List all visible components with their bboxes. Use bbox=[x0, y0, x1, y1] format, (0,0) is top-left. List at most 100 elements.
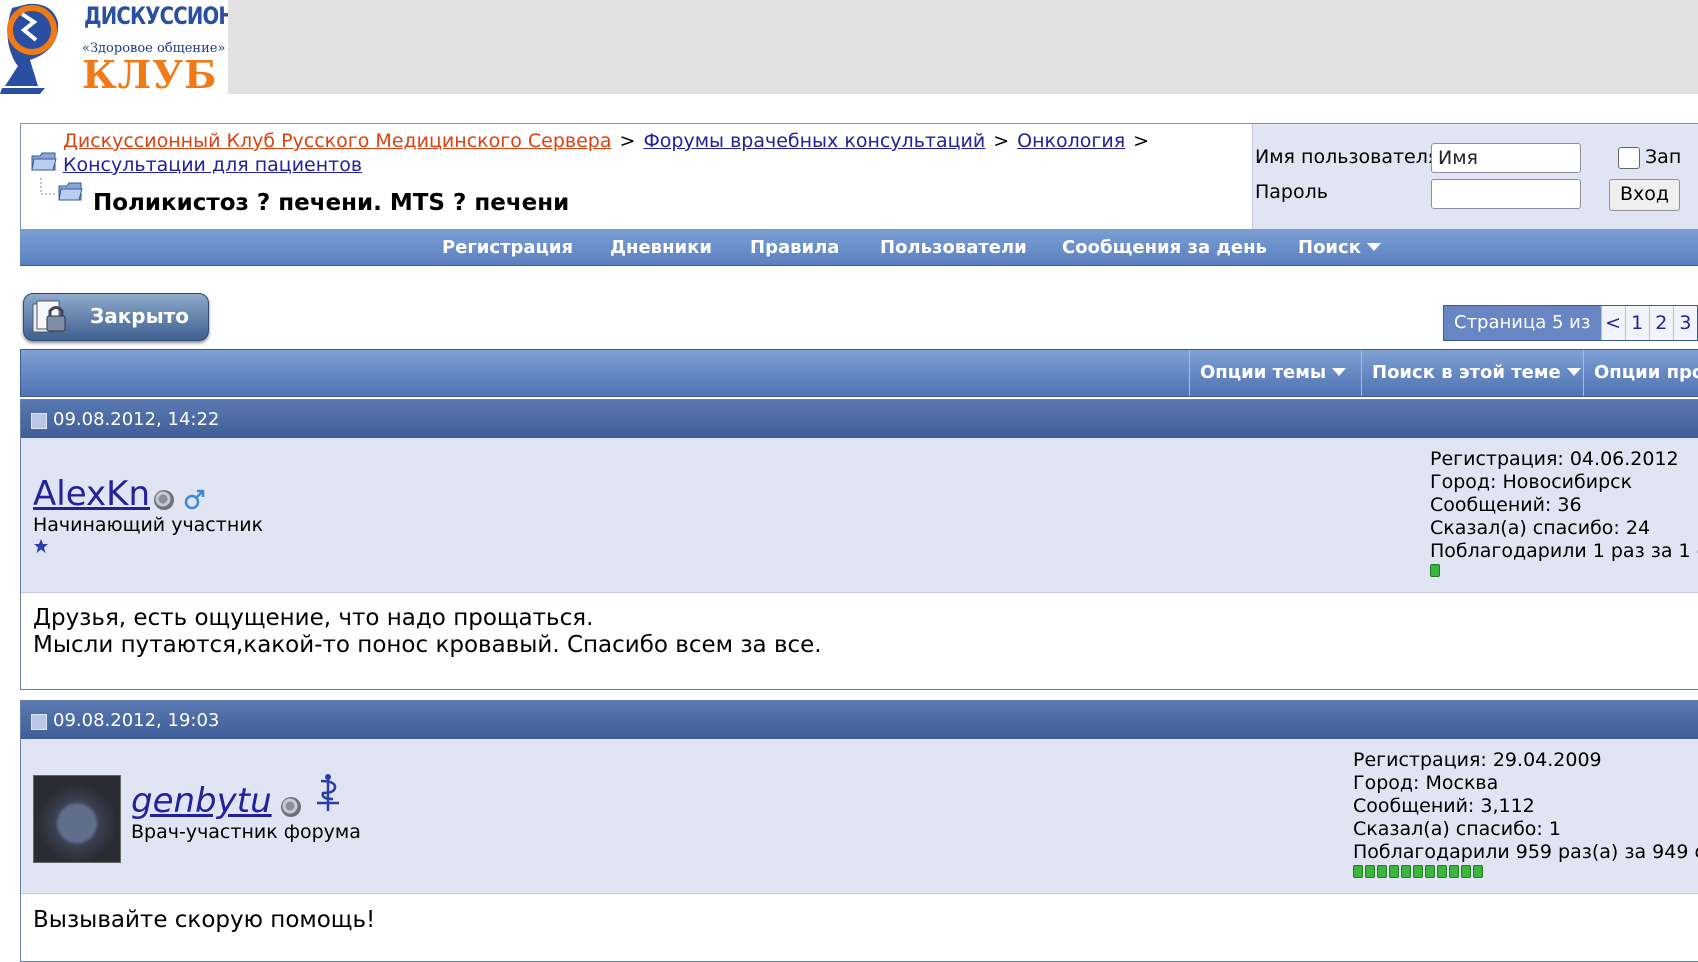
main-navbar: Регистрация Дневники Правила Пользовател… bbox=[20, 229, 1698, 266]
reputation-pip bbox=[1377, 865, 1387, 878]
user-thanks-received: Поблагодарили 959 раз(а) за 949 со bbox=[1353, 841, 1698, 863]
breadcrumb-consult-forums-link[interactable]: Форумы врачебных консультаций bbox=[643, 130, 985, 152]
offline-status-icon bbox=[281, 797, 301, 817]
avatar[interactable] bbox=[33, 775, 121, 863]
username-label: Имя пользователя bbox=[1255, 146, 1440, 168]
breadcrumb-separator: > bbox=[619, 130, 636, 152]
user-stats: Регистрация: 04.06.2012 Город: Новосибир… bbox=[1430, 448, 1698, 563]
page-link-1[interactable]: 1 bbox=[1624, 306, 1649, 340]
post-text-line: Друзья, есть ощущение, что надо прощатьс… bbox=[33, 605, 594, 631]
user-registration: Регистрация: 29.04.2009 bbox=[1353, 749, 1602, 771]
dropdown-arrow-icon bbox=[1566, 368, 1581, 376]
logo-title: ДИСКУССИОННЫЙ bbox=[84, 2, 228, 30]
dropdown-arrow-icon bbox=[1366, 243, 1381, 251]
nav-diaries[interactable]: Дневники bbox=[610, 237, 712, 258]
user-registration: Регистрация: 04.06.2012 bbox=[1430, 448, 1679, 470]
nav-users[interactable]: Пользователи bbox=[880, 237, 1027, 258]
reputation-pip bbox=[1353, 865, 1363, 878]
post-icon bbox=[31, 714, 47, 730]
reputation-pip bbox=[1437, 865, 1447, 878]
user-title: Врач-участник форума bbox=[131, 821, 361, 843]
dropdown-arrow-icon bbox=[1332, 368, 1347, 376]
post-date: 09.08.2012, 19:03 bbox=[53, 710, 220, 731]
reputation-pip bbox=[1425, 865, 1435, 878]
breadcrumb: Дискуссионный Клуб Русского Медицинского… bbox=[21, 124, 1251, 229]
user-thanks-received: Поблагодарили 1 раз за 1 со bbox=[1430, 540, 1698, 562]
closed-label: Закрыто bbox=[90, 304, 190, 328]
breadcrumb-login-panel: Дискуссионный Клуб Русского Медицинского… bbox=[20, 123, 1698, 230]
search-thread-label: Поиск в этой теме bbox=[1372, 362, 1561, 383]
post-header: 09.08.2012, 19:03 bbox=[21, 701, 1698, 739]
user-thanks-given: Сказал(а) спасибо: 1 bbox=[1353, 818, 1561, 840]
post: 09.08.2012, 14:22 AlexKn Начинающий учас… bbox=[20, 399, 1698, 690]
user-title: Начинающий участник bbox=[33, 514, 264, 536]
username-input[interactable]: Имя пользова bbox=[1431, 143, 1581, 197]
post-user-info: genbytu Врач-участник форума Регистрация… bbox=[21, 739, 1698, 894]
post-user-info: AlexKn Начинающий участник Регистрация: … bbox=[21, 438, 1698, 593]
pagination: Страница 5 из 5 < 1 2 3 bbox=[1443, 305, 1698, 367]
thread-options-bar: Опции темы Поиск в этой теме Опции про bbox=[20, 349, 1698, 397]
post-date: 09.08.2012, 14:22 bbox=[53, 409, 220, 430]
login-button[interactable]: Вход bbox=[1609, 179, 1681, 211]
nav-rules[interactable]: Правила bbox=[750, 237, 839, 258]
reputation-pip bbox=[1401, 865, 1411, 878]
post: 09.08.2012, 19:03 genbytu Врач-участник … bbox=[20, 700, 1698, 962]
male-icon bbox=[184, 489, 205, 510]
thread-folder-icon bbox=[40, 178, 83, 201]
page-prev[interactable]: < bbox=[1600, 306, 1625, 340]
post-body: Друзья, есть ощущение, что надо прощатьс… bbox=[33, 605, 822, 659]
nav-search-label: Поиск bbox=[1298, 237, 1361, 258]
site-logo[interactable]: ДИСКУССИОННЫЙ «Здоровое общение» КЛУБ bbox=[0, 0, 228, 94]
reputation-bar bbox=[1430, 564, 1440, 577]
user-city: Город: Новосибирск bbox=[1430, 471, 1633, 493]
breadcrumb-separator: > bbox=[1133, 130, 1150, 152]
page-indicator: Страница 5 из 5 bbox=[1444, 306, 1601, 367]
lock-icon bbox=[32, 300, 66, 333]
reputation-pip bbox=[1413, 865, 1423, 878]
post-username[interactable]: genbytu bbox=[131, 781, 272, 821]
password-input[interactable] bbox=[1431, 179, 1581, 209]
search-thread-menu[interactable]: Поиск в этой теме bbox=[1361, 350, 1582, 396]
breadcrumb-patients-link[interactable]: Консультации для пациентов bbox=[63, 154, 362, 176]
remember-checkbox[interactable] bbox=[1618, 147, 1640, 169]
reputation-pip bbox=[1461, 865, 1471, 878]
user-post-count: Сообщений: 3,112 bbox=[1353, 795, 1535, 817]
post-text-line: Вызывайте скорую помощь! bbox=[33, 907, 376, 933]
user-stats: Регистрация: 29.04.2009 Город: Москва Со… bbox=[1353, 749, 1698, 864]
thread-closed-button[interactable]: Закрыто bbox=[23, 293, 209, 341]
remember-label: Зап bbox=[1645, 146, 1682, 168]
user-city: Город: Москва bbox=[1353, 772, 1499, 794]
reputation-bar bbox=[1353, 865, 1483, 878]
nav-search[interactable]: Поиск bbox=[1298, 237, 1381, 258]
logo-emblem-icon bbox=[0, 3, 59, 94]
reputation-pip bbox=[1365, 865, 1375, 878]
reputation-pip bbox=[1389, 865, 1399, 878]
thread-options-label: Опции темы bbox=[1200, 362, 1327, 383]
breadcrumb-separator: > bbox=[993, 130, 1010, 152]
post-icon bbox=[31, 413, 47, 429]
post-text-line: Мысли путаются,какой-то понос кровавый. … bbox=[33, 632, 822, 658]
thread-options-menu[interactable]: Опции темы bbox=[1189, 350, 1360, 396]
breadcrumb-oncology-link[interactable]: Онкология bbox=[1017, 130, 1125, 152]
password-label: Пароль bbox=[1255, 181, 1328, 203]
login-form: Имя пользователя Имя пользова Зап Пароль… bbox=[1252, 124, 1698, 229]
logo-club: КЛУБ bbox=[82, 52, 218, 94]
page-link-2[interactable]: 2 bbox=[1648, 306, 1673, 340]
view-options-menu[interactable]: Опции про bbox=[1583, 350, 1698, 396]
user-post-count: Сообщений: 36 bbox=[1430, 494, 1582, 516]
folder-icon bbox=[31, 152, 57, 171]
caduceus-icon bbox=[317, 774, 339, 811]
reputation-pip bbox=[1449, 865, 1459, 878]
user-thanks-given: Сказал(а) спасибо: 24 bbox=[1430, 517, 1651, 539]
post-username[interactable]: AlexKn bbox=[33, 474, 150, 514]
thread-title: Поликистоз ? печени. MTS ? печени bbox=[93, 190, 570, 216]
post-body: Вызывайте скорую помощь! bbox=[33, 907, 375, 934]
page-link-3[interactable]: 3 bbox=[1672, 306, 1697, 340]
rank-star-icon bbox=[34, 539, 48, 553]
nav-todays-posts[interactable]: Сообщения за день bbox=[1062, 237, 1267, 258]
breadcrumb-home-link[interactable]: Дискуссионный Клуб Русского Медицинского… bbox=[63, 130, 612, 152]
offline-status-icon bbox=[154, 490, 174, 510]
header-bar bbox=[0, 0, 1698, 94]
reputation-pip bbox=[1430, 564, 1440, 577]
nav-registration[interactable]: Регистрация bbox=[442, 237, 573, 258]
